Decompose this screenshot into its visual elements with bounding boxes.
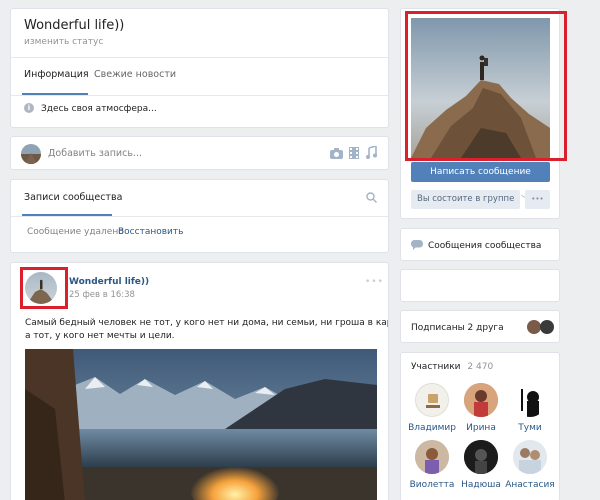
post-author-name[interactable]: Wonderful life)) bbox=[69, 277, 149, 287]
members-title-label: Участники bbox=[411, 362, 461, 372]
member-avatar-5[interactable] bbox=[513, 440, 547, 474]
post-date[interactable]: 25 фев в 16:38 bbox=[69, 290, 135, 300]
members-card: Участники 2 470 Владимир Ирина Туми Виол… bbox=[400, 352, 560, 500]
member-avatar-4[interactable] bbox=[464, 440, 498, 474]
cover-highlight bbox=[405, 11, 567, 161]
group-description: Здесь своя атмосфера... bbox=[41, 104, 157, 114]
write-message-button[interactable]: Написать сообщение bbox=[411, 162, 550, 182]
group-header-card: Wonderful life)) изменить статус Информа… bbox=[10, 8, 389, 128]
video-icon[interactable] bbox=[349, 147, 359, 162]
community-messages-label: Сообщения сообщества bbox=[428, 241, 542, 251]
friend-avatar-1[interactable] bbox=[527, 320, 541, 334]
friends-subscribed-label: Подписаны 2 друга bbox=[411, 323, 504, 333]
community-posts-card: Записи сообщества Сообщение удалено Восс… bbox=[10, 179, 389, 253]
add-post-card: Добавить запись... bbox=[10, 136, 389, 170]
friend-avatar-2[interactable] bbox=[540, 320, 554, 334]
member-avatar-2[interactable] bbox=[513, 383, 547, 417]
member-name-5[interactable]: Анастасия bbox=[500, 480, 560, 490]
change-status-link[interactable]: изменить статус bbox=[24, 37, 103, 47]
tab-info[interactable]: Информация bbox=[24, 69, 89, 80]
user-avatar bbox=[21, 144, 41, 164]
tab-news[interactable]: Свежие новости bbox=[94, 69, 176, 80]
community-messages-card[interactable]: Сообщения сообщества bbox=[400, 228, 560, 261]
chat-bubble-icon bbox=[411, 240, 423, 253]
info-icon: i bbox=[24, 103, 34, 113]
group-title: Wonderful life)) bbox=[24, 18, 125, 33]
member-name-2[interactable]: Туми bbox=[500, 423, 560, 433]
members-title[interactable]: Участники 2 470 bbox=[411, 362, 493, 372]
camera-icon[interactable] bbox=[330, 148, 343, 162]
members-count: 2 470 bbox=[467, 362, 494, 372]
search-icon[interactable] bbox=[366, 192, 377, 206]
membership-button-label: Вы состоите в группе bbox=[417, 194, 515, 204]
member-avatar-1[interactable] bbox=[464, 383, 498, 417]
add-post-input[interactable]: Добавить запись... bbox=[48, 148, 142, 159]
post-text-line-2: а тот, у кого нет мечты и цели. bbox=[25, 331, 175, 341]
post-photo[interactable] bbox=[25, 349, 377, 500]
post-card: Wonderful life)) 25 фев в 16:38 ••• Самы… bbox=[10, 262, 389, 500]
more-actions-button[interactable]: ••• bbox=[525, 190, 550, 209]
empty-widget-card bbox=[400, 269, 560, 302]
post-more-icon[interactable]: ••• bbox=[365, 277, 384, 287]
music-icon[interactable] bbox=[366, 144, 377, 162]
member-avatar-0[interactable] bbox=[415, 383, 449, 417]
friends-subscribed-card[interactable]: Подписаны 2 друга bbox=[400, 310, 560, 343]
deleted-message-text: Сообщение удалено bbox=[27, 227, 124, 237]
membership-button[interactable]: Вы состоите в группе ﹀ bbox=[411, 190, 528, 209]
post-avatar-highlight bbox=[20, 267, 68, 309]
community-posts-title[interactable]: Записи сообщества bbox=[24, 192, 122, 203]
member-avatar-3[interactable] bbox=[415, 440, 449, 474]
restore-link[interactable]: Восстановить bbox=[118, 227, 183, 237]
post-text-line-1: Самый бедный человек не тот, у кого нет … bbox=[25, 318, 389, 328]
group-cover-card: Написать сообщение Вы состоите в группе … bbox=[400, 8, 567, 219]
